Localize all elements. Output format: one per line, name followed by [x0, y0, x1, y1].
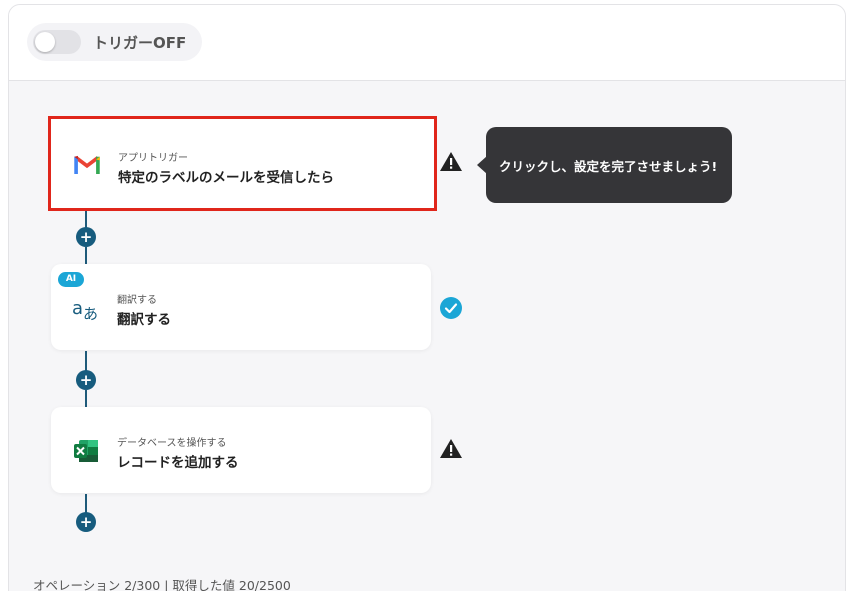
- toggle-knob: [35, 32, 55, 52]
- step-title: レコードを追加する: [117, 455, 239, 471]
- add-step-button[interactable]: +: [76, 227, 96, 247]
- setup-tooltip: クリックし、設定を完了させましょう!: [477, 127, 732, 203]
- connector-line: [85, 247, 87, 265]
- trigger-toggle-wrap[interactable]: トリガーOFF: [27, 23, 202, 61]
- flow-step-translate[interactable]: AI a あ 翻訳する 翻訳する: [51, 264, 431, 350]
- svg-text:あ: あ: [83, 305, 98, 322]
- step-subtitle: 翻訳する: [117, 295, 157, 306]
- warning-icon: [440, 152, 462, 171]
- trigger-toggle[interactable]: [33, 30, 81, 54]
- warning-icon: [440, 439, 462, 458]
- tooltip-text: クリックし、設定を完了させましょう!: [499, 159, 718, 174]
- connector-line: [85, 351, 87, 371]
- flow-step-gmail-trigger[interactable]: アプリトリガー 特定のラベルのメールを受信したら: [48, 116, 437, 211]
- excel-icon: [74, 440, 98, 462]
- flow-step-excel-add-record[interactable]: データベースを操作する レコードを追加する: [51, 407, 431, 493]
- step-subtitle: アプリトリガー: [118, 153, 188, 164]
- svg-text:a: a: [72, 298, 83, 319]
- connector-line: [85, 390, 87, 408]
- step-title: 翻訳する: [117, 312, 171, 328]
- usage-counter: オペレーション 2/300 | 取得した値 20/2500: [33, 578, 291, 591]
- step-subtitle: データベースを操作する: [117, 438, 227, 449]
- translate-icon: a あ: [72, 298, 98, 322]
- add-step-button[interactable]: +: [76, 370, 96, 390]
- connector-line: [85, 494, 87, 514]
- gmail-icon: [74, 155, 100, 174]
- connector-line: [85, 209, 87, 229]
- ai-badge: AI: [58, 272, 84, 287]
- flow-topbar: トリガーOFF: [9, 5, 845, 81]
- add-step-button[interactable]: +: [76, 512, 96, 532]
- flow-panel: トリガーOFF + + + アプリトリガー 特定のラベルのメールを受信したら ク…: [8, 4, 846, 591]
- check-icon: [440, 297, 462, 319]
- step-title: 特定のラベルのメールを受信したら: [118, 170, 334, 186]
- trigger-toggle-label: トリガーOFF: [93, 34, 187, 52]
